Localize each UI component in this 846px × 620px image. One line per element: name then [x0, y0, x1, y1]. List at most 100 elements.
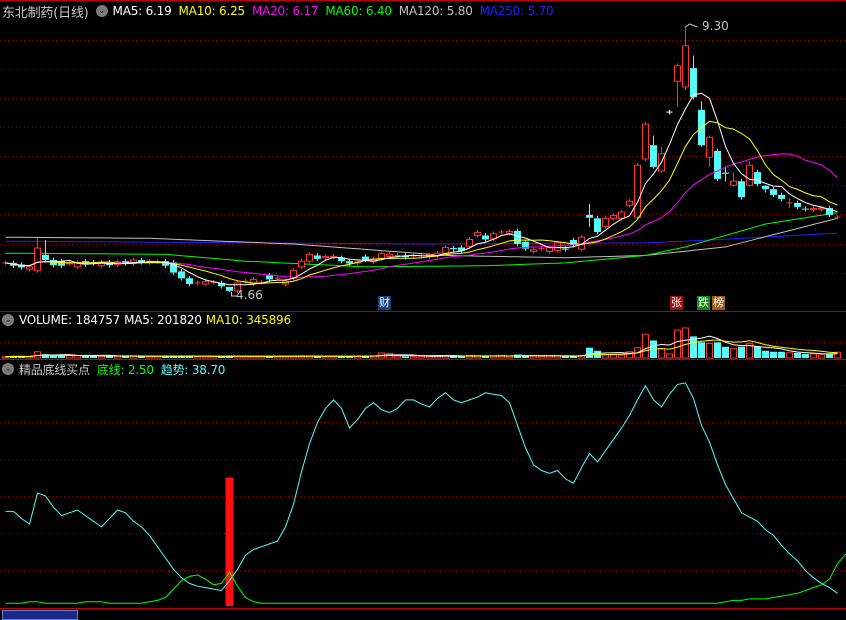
candle[interactable]: [754, 170, 761, 187]
volume-bar: [50, 356, 57, 358]
candle[interactable]: [659, 147, 665, 173]
volume-bar: [627, 352, 633, 358]
ma-label-5: MA250: 5.70: [480, 4, 554, 18]
candle-body: [747, 165, 753, 185]
indicator-panel[interactable]: [6, 383, 846, 606]
volume-bar: [547, 356, 553, 358]
volume-bar: [82, 356, 89, 358]
ma-legend: MA5: 6.19MA10: 6.25MA20: 6.17MA60: 6.40M…: [113, 4, 561, 18]
candle-body: [611, 215, 617, 218]
candle[interactable]: [131, 258, 137, 266]
candle[interactable]: [195, 281, 201, 286]
candle-body: [738, 181, 745, 197]
candle[interactable]: [683, 27, 689, 90]
tag-ranking[interactable]: 榜: [712, 296, 725, 310]
candle[interactable]: [698, 101, 705, 147]
candle[interactable]: [75, 260, 81, 269]
candle[interactable]: [514, 229, 521, 247]
candle-body: [203, 282, 209, 284]
candle[interactable]: [643, 122, 649, 161]
candle[interactable]: [138, 258, 145, 265]
price-panel[interactable]: [3, 24, 841, 296]
candle[interactable]: [594, 216, 601, 234]
candle[interactable]: [170, 260, 177, 275]
candle[interactable]: [627, 199, 633, 208]
indicator-tab[interactable]: [2, 610, 78, 620]
volume-bar: [698, 342, 705, 358]
candle-body: [802, 209, 809, 210]
candle[interactable]: [690, 56, 697, 100]
dropdown-chevron-icon[interactable]: ⌄: [2, 314, 14, 326]
candle[interactable]: [299, 259, 305, 269]
candle[interactable]: [482, 233, 489, 242]
candle[interactable]: [35, 238, 41, 272]
volume-bar: [811, 354, 817, 358]
ma20-line: [6, 154, 838, 277]
volume-bar: [770, 352, 777, 358]
candle[interactable]: [707, 136, 713, 167]
dropdown-chevron-icon[interactable]: ⌄: [2, 363, 14, 375]
candle[interactable]: [58, 259, 65, 268]
candle-body: [266, 275, 273, 279]
price-header: 东北制药(日线) ⌄ MA5: 6.19MA10: 6.25MA20: 6.17…: [2, 3, 560, 19]
stock-title: 东北制药(日线): [2, 2, 89, 21]
candle[interactable]: [251, 277, 257, 286]
candle[interactable]: [99, 260, 105, 268]
candle[interactable]: [770, 187, 777, 197]
candle-body: [307, 254, 313, 261]
volume-bar: [611, 355, 617, 358]
volume-bar: [778, 352, 785, 358]
candle-body: [627, 201, 633, 205]
dropdown-chevron-icon[interactable]: ⌄: [96, 5, 108, 17]
volume-bar: [659, 349, 665, 358]
candle[interactable]: [635, 163, 641, 220]
tag-limit-down[interactable]: 跌: [697, 296, 710, 310]
volume-ma5: MA5: 201820: [124, 313, 202, 327]
candle[interactable]: [714, 149, 721, 182]
candle-body: [482, 235, 489, 239]
candle[interactable]: [218, 281, 225, 289]
candle[interactable]: [122, 259, 129, 266]
candle[interactable]: [314, 253, 321, 261]
candle[interactable]: [811, 206, 817, 212]
candle[interactable]: [787, 198, 793, 208]
candle[interactable]: [675, 64, 681, 107]
candle-body: [794, 203, 801, 207]
candle[interactable]: [338, 255, 345, 263]
candle[interactable]: [522, 239, 529, 250]
candle[interactable]: [611, 213, 617, 220]
tag-finance[interactable]: 财: [378, 296, 391, 310]
candle[interactable]: [586, 204, 593, 227]
candle[interactable]: [667, 110, 673, 115]
candle[interactable]: [475, 230, 481, 237]
candle-body: [707, 137, 713, 157]
candle[interactable]: [186, 276, 193, 286]
candle[interactable]: [826, 206, 833, 217]
candle-body: [35, 248, 41, 270]
candle[interactable]: [762, 185, 769, 192]
candle[interactable]: [499, 230, 505, 235]
candle[interactable]: [307, 252, 313, 263]
candle[interactable]: [226, 287, 233, 292]
volume-bar: [539, 356, 545, 358]
candle[interactable]: [18, 262, 25, 269]
candle[interactable]: [794, 201, 801, 210]
candle[interactable]: [531, 247, 537, 253]
candle[interactable]: [450, 246, 457, 252]
volume-bar: [643, 334, 649, 358]
candle[interactable]: [458, 245, 465, 253]
buy-signal-bar: [226, 478, 234, 606]
candle[interactable]: [802, 206, 809, 211]
tag-limit-up[interactable]: 张: [670, 296, 683, 310]
candle[interactable]: [178, 269, 185, 280]
volume-bar: [707, 344, 713, 358]
candle[interactable]: [603, 216, 609, 229]
candle[interactable]: [650, 136, 657, 169]
candle[interactable]: [778, 193, 785, 202]
candle-body: [714, 151, 721, 179]
candle[interactable]: [747, 161, 753, 187]
candle-body: [467, 239, 473, 246]
candle[interactable]: [731, 173, 737, 187]
candle[interactable]: [42, 240, 49, 261]
candle[interactable]: [738, 179, 745, 200]
